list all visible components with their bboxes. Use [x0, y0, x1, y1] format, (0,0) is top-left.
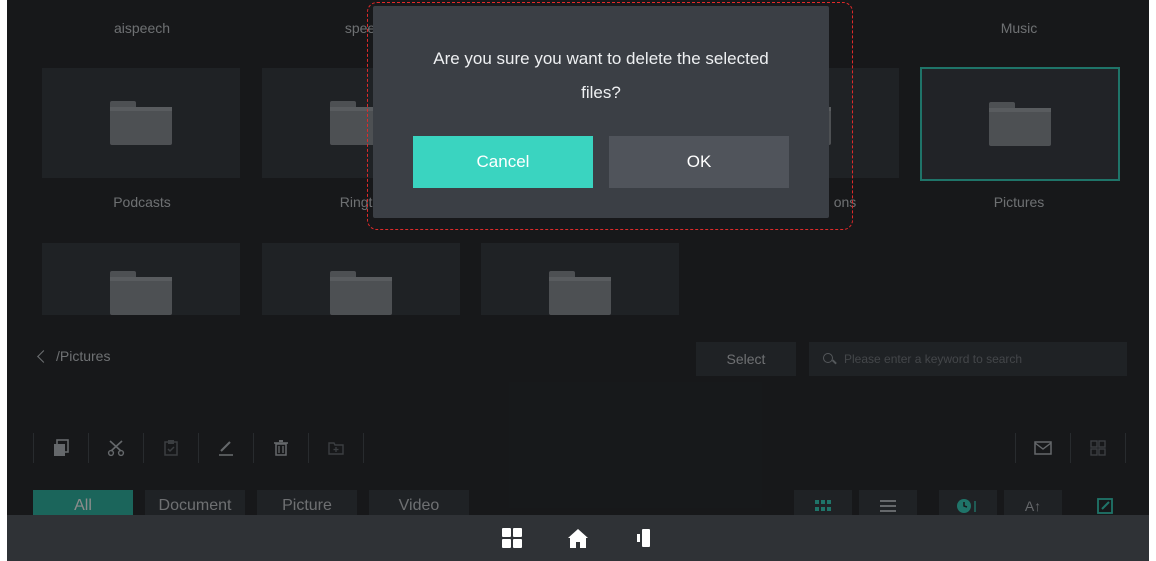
ok-button[interactable]: OK: [609, 136, 789, 188]
multitask-icon[interactable]: [633, 527, 655, 549]
home-icon[interactable]: [567, 527, 589, 549]
delete-confirm-dialog: Are you sure you want to delete the sele…: [373, 6, 829, 218]
dialog-message: Are you sure you want to delete the sele…: [433, 49, 769, 102]
file-manager-screen: aispeech spee Music Podcasts Ringto ons …: [7, 0, 1149, 561]
apps-icon[interactable]: [501, 527, 523, 549]
system-nav-bar: [7, 515, 1149, 561]
cancel-button[interactable]: Cancel: [413, 136, 593, 188]
